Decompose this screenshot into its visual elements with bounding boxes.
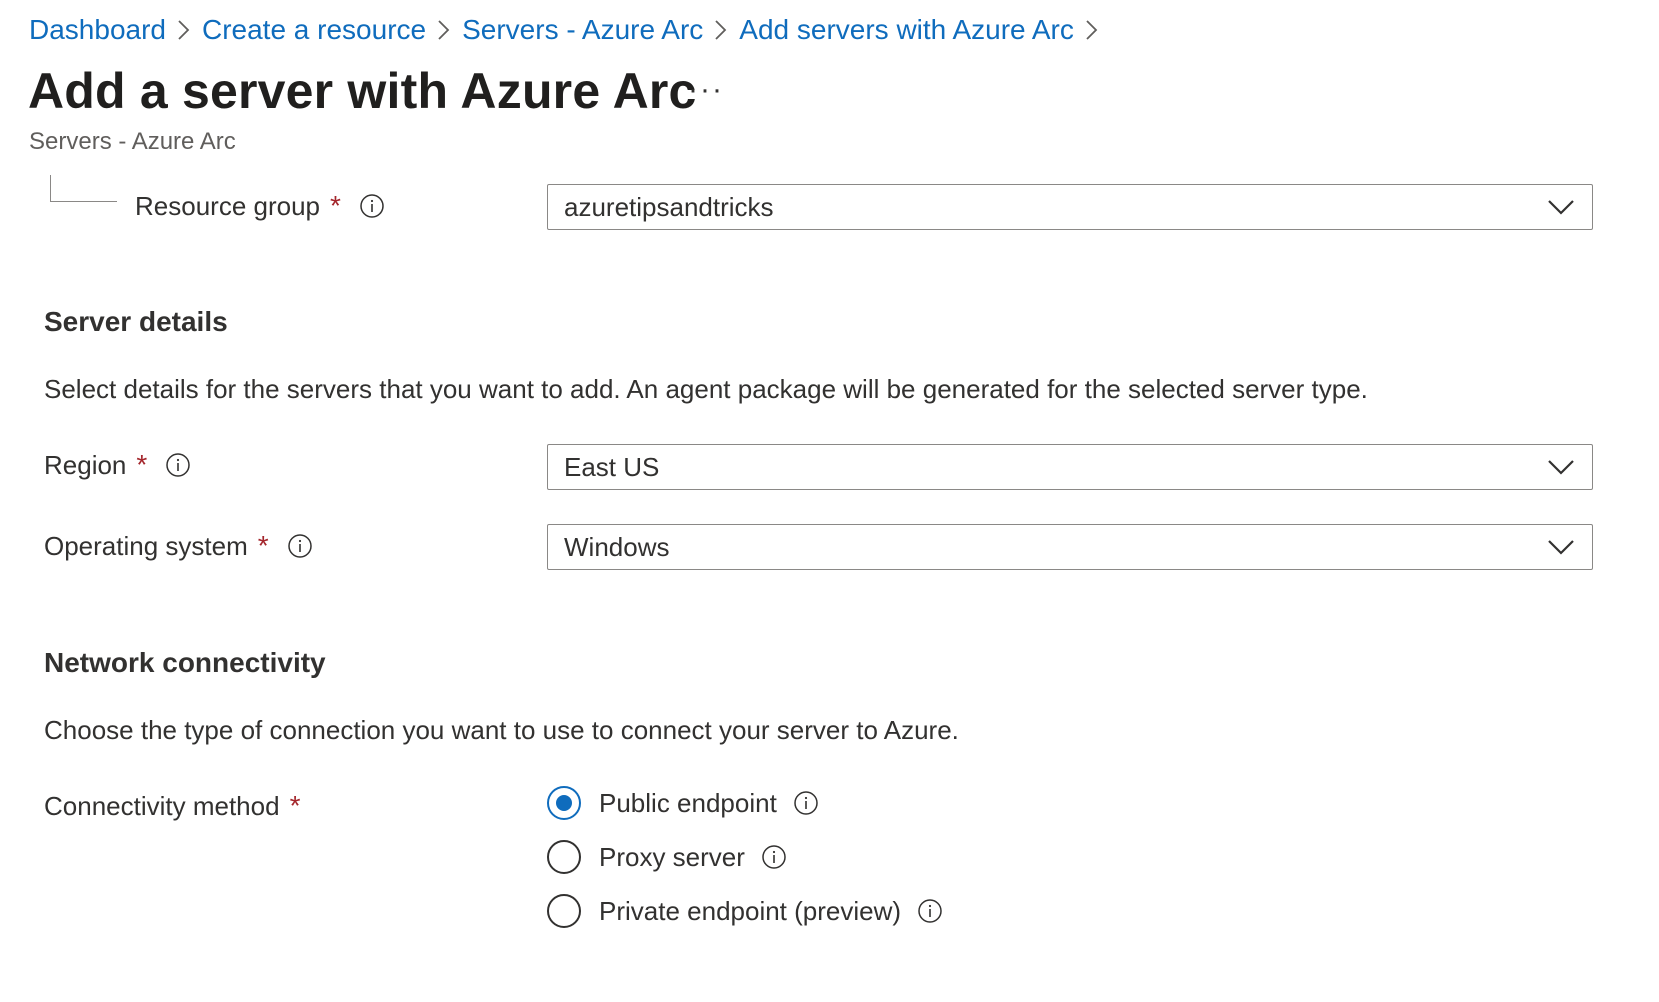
region-select[interactable]: East US <box>547 444 1593 490</box>
breadcrumb: Dashboard Create a resource Servers - Az… <box>29 10 1110 50</box>
network-connectivity-heading: Network connectivity <box>44 647 326 678</box>
connectivity-method-label: Connectivity method <box>44 790 280 821</box>
os-label-row: Operating system * <box>44 530 313 562</box>
radio-proxy-server[interactable]: Proxy server <box>547 840 787 874</box>
resource-group-label: Resource group <box>135 190 320 221</box>
info-icon[interactable] <box>793 790 819 816</box>
radio-label: Proxy server <box>599 841 745 872</box>
info-icon[interactable] <box>359 193 385 219</box>
radio-button[interactable] <box>547 894 581 928</box>
chevron-down-icon <box>1548 200 1574 215</box>
breadcrumb-dashboard[interactable]: Dashboard <box>29 14 166 46</box>
chevron-down-icon <box>1548 540 1574 555</box>
region-label-row: Region * <box>44 449 191 481</box>
server-details-heading: Server details <box>44 306 228 337</box>
radio-button[interactable] <box>547 786 581 820</box>
info-icon[interactable] <box>287 533 313 559</box>
connectivity-method-label-row: Connectivity method * <box>44 790 300 822</box>
info-icon[interactable] <box>165 452 191 478</box>
resource-group-value: azuretipsandtricks <box>564 191 774 222</box>
os-select[interactable]: Windows <box>547 524 1593 570</box>
resource-group-label-row: Resource group * <box>135 190 385 222</box>
chevron-right-icon <box>703 10 739 50</box>
page-title: Add a server with Azure Arc <box>28 63 697 119</box>
info-icon[interactable] <box>917 898 943 924</box>
network-description: Choose the type of connection you want t… <box>44 715 959 745</box>
os-label: Operating system <box>44 530 248 561</box>
resource-group-select[interactable]: azuretipsandtricks <box>547 184 1593 230</box>
chevron-right-icon <box>1074 10 1110 50</box>
radio-button[interactable] <box>547 840 581 874</box>
tree-connector <box>50 175 117 202</box>
radio-private-endpoint[interactable]: Private endpoint (preview) <box>547 894 943 928</box>
region-value: East US <box>564 451 660 482</box>
required-marker: * <box>330 190 341 221</box>
radio-label: Private endpoint (preview) <box>599 895 902 926</box>
region-label: Region <box>44 449 127 480</box>
breadcrumb-servers-azure-arc[interactable]: Servers - Azure Arc <box>462 14 703 46</box>
chevron-right-icon <box>426 10 462 50</box>
chevron-down-icon <box>1548 460 1574 475</box>
more-icon[interactable]: ··· <box>688 73 724 107</box>
info-icon[interactable] <box>761 844 787 870</box>
breadcrumb-add-servers[interactable]: Add servers with Azure Arc <box>739 14 1074 46</box>
os-value: Windows <box>564 531 670 562</box>
chevron-right-icon <box>166 10 202 50</box>
server-details-description: Select details for the servers that you … <box>44 374 1368 404</box>
required-marker: * <box>289 790 301 821</box>
radio-label: Public endpoint <box>599 787 777 818</box>
radio-public-endpoint[interactable]: Public endpoint <box>547 786 819 820</box>
required-marker: * <box>257 530 269 561</box>
required-marker: * <box>136 449 148 480</box>
page-subtitle: Servers - Azure Arc <box>29 128 236 155</box>
breadcrumb-create-resource[interactable]: Create a resource <box>202 14 426 46</box>
